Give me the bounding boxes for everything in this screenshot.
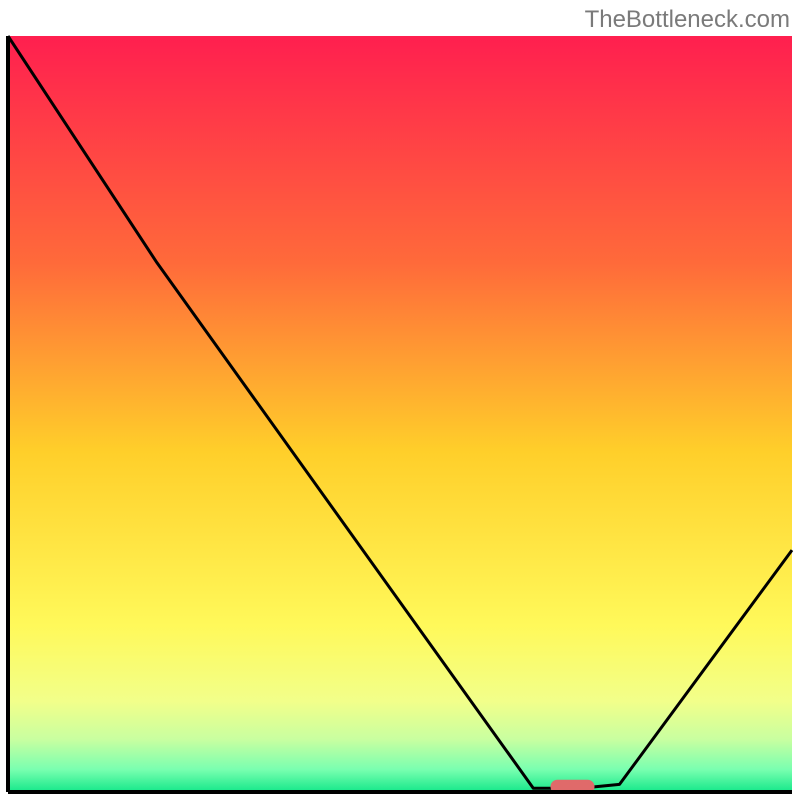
gradient-background [8,36,792,792]
bottleneck-chart [0,0,800,800]
chart-container: TheBottleneck.com [0,0,800,800]
